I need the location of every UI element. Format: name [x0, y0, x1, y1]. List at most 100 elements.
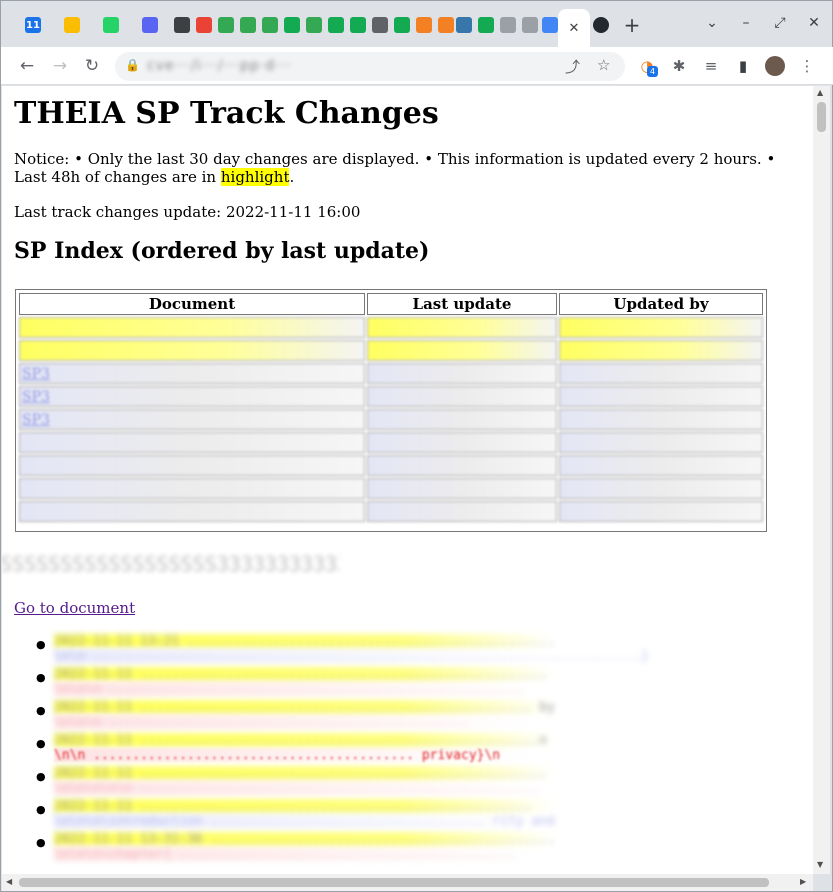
reload-icon: ↻	[84, 56, 100, 76]
browser-tab[interactable]	[171, 13, 193, 37]
browser-tab[interactable]	[497, 13, 519, 37]
change-summary: 2022-11-11 13:21 .......................…	[54, 634, 554, 648]
forward-button[interactable]: →	[48, 54, 72, 78]
change-item: ● 2022-11-11 ............................…	[36, 667, 796, 700]
index-row[interactable]: SP3	[19, 386, 763, 407]
browser-tab[interactable]	[215, 13, 237, 37]
bullet-icon: ●	[36, 770, 46, 783]
new-tab-button[interactable]: +	[621, 13, 643, 37]
index-document-cell[interactable]: SP3	[19, 409, 365, 430]
index-document-cell[interactable]	[19, 317, 365, 338]
index-updated-by-cell	[559, 386, 763, 407]
browser-tab[interactable]	[453, 13, 475, 37]
bullet-icon: ●	[36, 671, 46, 684]
docker-icon	[500, 17, 516, 33]
restore-button[interactable]: ⤢	[769, 13, 791, 33]
browser-toolbar: ← → ↻ 🔒 cve···/i···/···pp·d··· ⤴ ☆ ◔4 ✱ …	[1, 47, 833, 85]
index-updated-by-cell	[559, 455, 763, 476]
index-document-cell[interactable]: SP3	[19, 386, 365, 407]
index-document-cell[interactable]	[19, 432, 365, 453]
scroll-down-arrow[interactable]: ▼	[817, 860, 823, 869]
bullet-icon: ●	[36, 836, 46, 849]
browser-tab[interactable]	[347, 13, 369, 37]
index-row[interactable]	[19, 340, 763, 361]
index-row[interactable]	[19, 478, 763, 499]
github-tab[interactable]	[590, 13, 612, 37]
browser-tab[interactable]	[413, 13, 435, 37]
browser-tab[interactable]	[237, 13, 259, 37]
bookmark-star-icon[interactable]: ☆	[597, 56, 610, 74]
index-document-cell[interactable]	[19, 455, 365, 476]
browser-tab[interactable]: 11	[22, 13, 44, 37]
reload-button[interactable]: ↻	[80, 54, 104, 78]
vertical-scroll-thumb[interactable]	[817, 102, 826, 132]
media-control-icon[interactable]: ≡	[701, 56, 721, 76]
stackoverflow-icon	[416, 17, 432, 33]
globe-icon	[542, 17, 558, 33]
horizontal-scrollbar[interactable]: ◀ ▶	[2, 874, 813, 891]
index-document-cell[interactable]	[19, 340, 365, 361]
close-tab-icon[interactable]: ✕	[569, 21, 580, 36]
change-item: ● 2022-11-11 ............................…	[36, 700, 796, 733]
index-document-cell[interactable]	[19, 478, 365, 499]
back-button[interactable]: ←	[15, 54, 39, 78]
mongo-icon	[284, 17, 300, 33]
browser-tab[interactable]	[61, 13, 83, 37]
browser-tab[interactable]	[391, 13, 413, 37]
active-tab[interactable]: ✕	[558, 9, 590, 47]
side-panel-icon[interactable]: ▮	[733, 56, 753, 76]
browser-tab[interactable]	[325, 13, 347, 37]
browser-tab[interactable]	[259, 13, 281, 37]
rss-extension-icon[interactable]: ◔4	[637, 56, 659, 77]
index-row[interactable]	[19, 432, 763, 453]
index-row[interactable]	[19, 455, 763, 476]
change-diff: \n\n\n\introduction ....................…	[54, 814, 654, 828]
leaf-icon	[218, 17, 234, 33]
horizontal-scroll-thumb[interactable]	[19, 878, 769, 887]
page-viewport: THEIA SP Track Changes Notice: • Only th…	[2, 86, 813, 874]
browser-tab[interactable]	[303, 13, 325, 37]
notice-suffix: .	[289, 168, 295, 186]
bulb-icon	[64, 17, 80, 33]
browser-window: ✕ + ⌄ – ⤢ ✕ 11 ← → ↻ 🔒 cve···/i···/···pp…	[0, 0, 833, 892]
index-row[interactable]: SP3	[19, 363, 763, 384]
change-item: ● 2022-11-11 ............................…	[36, 733, 796, 766]
index-row[interactable]	[19, 317, 763, 338]
minimize-button[interactable]: –	[735, 13, 757, 33]
share-icon[interactable]: ⤴	[565, 56, 580, 77]
index-updated-by-cell	[559, 363, 763, 384]
scroll-right-arrow[interactable]: ▶	[800, 877, 806, 886]
browser-tab[interactable]	[475, 13, 497, 37]
index-document-cell[interactable]: SP3	[19, 363, 365, 384]
address-bar[interactable]: 🔒 cve···/i···/···pp·d··· ⤴ ☆	[115, 52, 625, 81]
index-document-cell[interactable]	[19, 501, 365, 522]
index-last-update-cell	[367, 363, 557, 384]
browser-tab[interactable]	[281, 13, 303, 37]
change-diff: \n\n\n\n\n .............................…	[54, 781, 654, 795]
browser-tab[interactable]	[193, 13, 215, 37]
browser-tab[interactable]	[100, 13, 122, 37]
browser-tab[interactable]	[369, 13, 391, 37]
close-window-button[interactable]: ✕	[803, 13, 825, 33]
go-to-document-link[interactable]: Go to document	[14, 599, 135, 617]
mongo-icon	[328, 17, 344, 33]
bullet-icon: ●	[36, 737, 46, 750]
browser-tab[interactable]	[539, 13, 561, 37]
scroll-left-arrow[interactable]: ◀	[6, 877, 12, 886]
profile-avatar[interactable]	[765, 56, 785, 76]
vertical-scrollbar[interactable]: ▲ ▼	[813, 86, 830, 874]
browser-tab[interactable]	[519, 13, 541, 37]
index-last-update-cell	[367, 478, 557, 499]
menu-kebab-icon[interactable]: ⋮	[797, 56, 817, 76]
index-updated-by-cell	[559, 478, 763, 499]
discord-icon	[142, 17, 158, 33]
index-row[interactable]	[19, 501, 763, 522]
tab-search-button[interactable]: ⌄	[701, 13, 723, 33]
index-row[interactable]: SP3	[19, 409, 763, 430]
scroll-up-arrow[interactable]: ▲	[817, 88, 823, 97]
extensions-puzzle-icon[interactable]: ✱	[669, 56, 689, 76]
bullet-icon: ●	[36, 638, 46, 651]
changes-list: ● 2022-11-11 13:21 ......................…	[36, 634, 796, 865]
browser-tab[interactable]	[139, 13, 161, 37]
mongo-icon	[478, 17, 494, 33]
